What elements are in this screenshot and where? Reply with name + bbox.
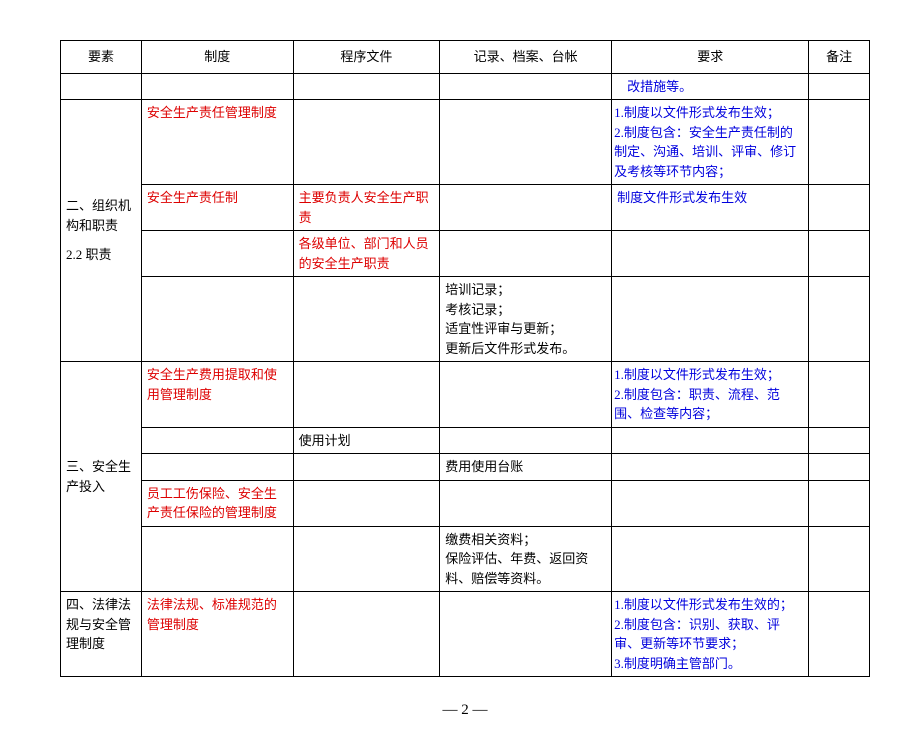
system-cell: 员工工伤保险、安全生产责任保险的管理制度 [141, 480, 293, 526]
req-item: 1.制度以文件形式发布生效； [614, 365, 803, 385]
header-requirement: 要求 [612, 41, 809, 74]
req-item: 2.制度包含：识别、获取、评审、更新等环节要求； [614, 615, 803, 654]
record-item: 保险评估、年费、返回资料、赔偿等资料。 [445, 549, 606, 588]
system-cell: 安全生产费用提取和使用管理制度 [141, 362, 293, 428]
header-procedure: 程序文件 [293, 41, 440, 74]
section-title-line: 2.2 职责 [66, 245, 136, 265]
table-row: 三、安全生产投入 安全生产费用提取和使用管理制度 1.制度以文件形式发布生效； … [61, 362, 870, 428]
system-cell: 法律法规、标准规范的管理制度 [141, 592, 293, 677]
table-row: 使用计划 [61, 427, 870, 454]
header-remark: 备注 [809, 41, 870, 74]
system-cell: 安全生产责任制 [141, 185, 293, 231]
req-item: 1.制度以文件形式发布生效的； [614, 595, 803, 615]
req-cell: 1.制度以文件形式发布生效； 2.制度包含：职责、流程、范围、检查等内容； [612, 362, 809, 428]
page-number: — 2 — [60, 702, 870, 719]
table-row: 安全生产责任制 主要负责人安全生产职责 制度文件形式发布生效 [61, 185, 870, 231]
header-system: 制度 [141, 41, 293, 74]
record-cell: 培训记录； 考核记录； 适宜性评审与更新； 更新后文件形式发布。 [440, 277, 612, 362]
section-title-line: 二、组织机构和职责 [66, 196, 136, 235]
record-item: 更新后文件形式发布。 [445, 339, 606, 359]
record-item: 培训记录； [445, 280, 606, 300]
record-item: 适宜性评审与更新； [445, 319, 606, 339]
req-text: 改措施等。 [612, 73, 809, 100]
system-cell: 安全生产责任管理制度 [141, 100, 293, 185]
record-cell: 缴费相关资料； 保险评估、年费、返回资料、赔偿等资料。 [440, 526, 612, 592]
procedure-cell: 主要负责人安全生产职责 [293, 185, 440, 231]
table-row: 二、组织机构和职责 2.2 职责 安全生产责任管理制度 1.制度以文件形式发布生… [61, 100, 870, 185]
header-element: 要素 [61, 41, 142, 74]
record-item: 缴费相关资料； [445, 530, 606, 550]
element-cell: 二、组织机构和职责 2.2 职责 [61, 100, 142, 362]
requirements-table: 要素 制度 程序文件 记录、档案、台帐 要求 备注 改措施等。 二、组织机构和职… [60, 40, 870, 677]
document-page: 要素 制度 程序文件 记录、档案、台帐 要求 备注 改措施等。 二、组织机构和职… [0, 0, 920, 739]
element-cell: 三、安全生产投入 [61, 362, 142, 592]
table-row: 缴费相关资料； 保险评估、年费、返回资料、赔偿等资料。 [61, 526, 870, 592]
table-row: 各级单位、部门和人员的安全生产职责 [61, 231, 870, 277]
table-row: 改措施等。 [61, 73, 870, 100]
req-cell: 1.制度以文件形式发布生效的； 2.制度包含：识别、获取、评审、更新等环节要求；… [612, 592, 809, 677]
header-record: 记录、档案、台帐 [440, 41, 612, 74]
element-cell: 四、法律法规与安全管理制度 [61, 592, 142, 677]
procedure-cell: 使用计划 [293, 427, 440, 454]
table-header-row: 要素 制度 程序文件 记录、档案、台帐 要求 备注 [61, 41, 870, 74]
req-item: 1.制度以文件形式发布生效； [614, 103, 803, 123]
table-row: 四、法律法规与安全管理制度 法律法规、标准规范的管理制度 1.制度以文件形式发布… [61, 592, 870, 677]
req-item: 2.制度包含：职责、流程、范围、检查等内容； [614, 385, 803, 424]
table-row: 费用使用台账 [61, 454, 870, 481]
procedure-cell: 各级单位、部门和人员的安全生产职责 [293, 231, 440, 277]
record-item: 考核记录； [445, 300, 606, 320]
req-item: 2.制度包含：安全生产责任制的制定、沟通、培训、评审、修订及考核等环节内容； [614, 123, 803, 182]
req-item: 3.制度明确主管部门。 [614, 654, 803, 674]
table-row: 员工工伤保险、安全生产责任保险的管理制度 [61, 480, 870, 526]
table-row: 培训记录； 考核记录； 适宜性评审与更新； 更新后文件形式发布。 [61, 277, 870, 362]
record-cell: 费用使用台账 [440, 454, 612, 481]
req-cell: 制度文件形式发布生效 [612, 185, 809, 231]
req-cell: 1.制度以文件形式发布生效； 2.制度包含：安全生产责任制的制定、沟通、培训、评… [612, 100, 809, 185]
